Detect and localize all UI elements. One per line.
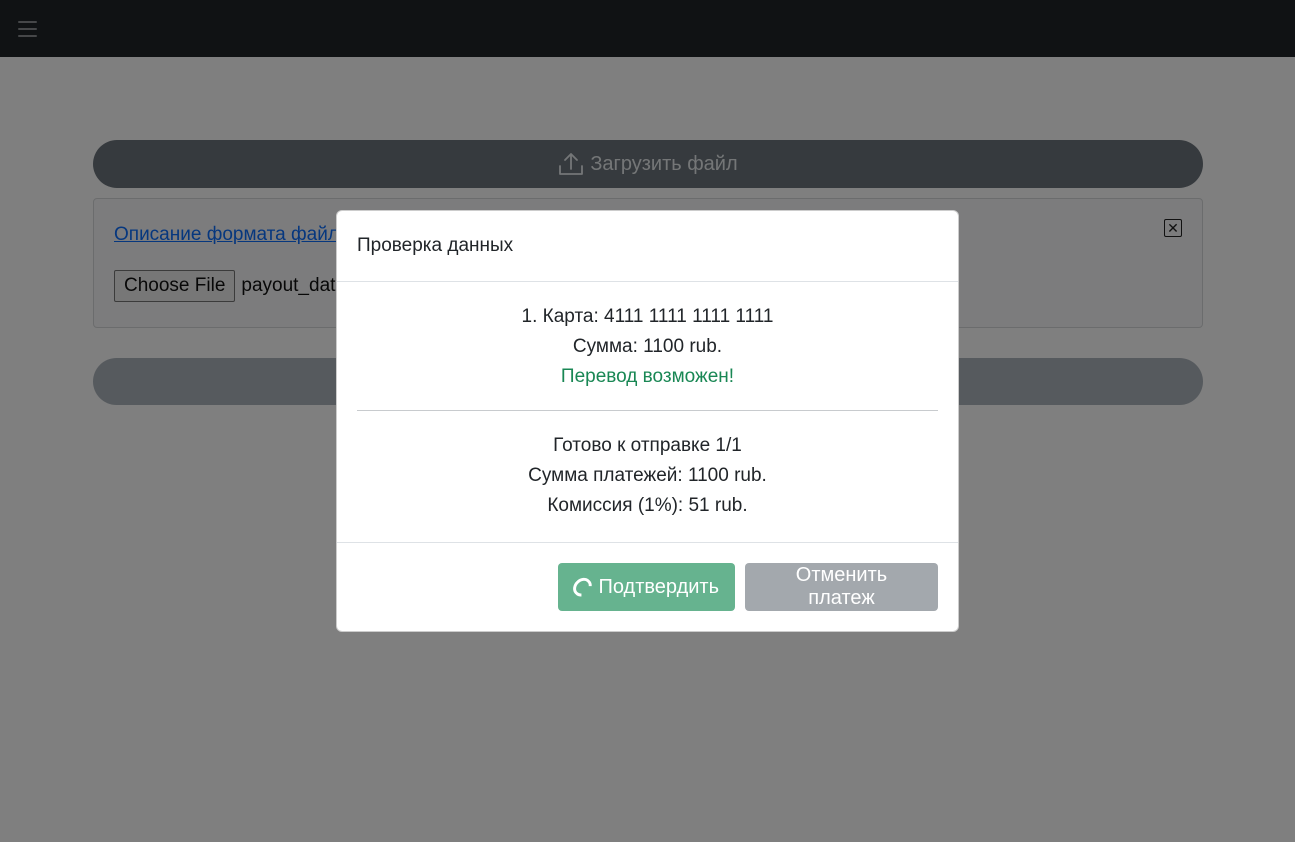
modal-title: Проверка данных bbox=[357, 235, 514, 256]
payment-summary: Готово к отправке 1/1 Сумма платежей: 11… bbox=[357, 431, 938, 521]
transfer-status: Перевод возможен! bbox=[560, 366, 735, 387]
commission: Комиссия (1%): 51 rub. bbox=[547, 495, 748, 516]
modal-footer: Подтвердить Отменить платеж bbox=[337, 542, 958, 631]
data-check-modal: Проверка данных 1. Карта: 4111 1111 1111… bbox=[336, 210, 959, 632]
payment-entry: 1. Карта: 4111 1111 1111 1111 Сумма: 110… bbox=[357, 302, 938, 392]
card-number: 1. Карта: 4111 1111 1111 1111 bbox=[521, 306, 774, 327]
total-amount: Сумма платежей: 1100 rub. bbox=[528, 465, 767, 486]
confirm-label: Подтвердить bbox=[598, 575, 720, 598]
ready-count: Готово к отправке 1/1 bbox=[553, 435, 742, 456]
divider bbox=[357, 410, 938, 411]
cancel-payment-button[interactable]: Отменить платеж bbox=[745, 563, 938, 611]
loading-spinner-icon bbox=[569, 574, 596, 600]
modal-header: Проверка данных bbox=[337, 211, 958, 282]
entry-amount: Сумма: 1100 rub. bbox=[572, 336, 723, 357]
confirm-button[interactable]: Подтвердить bbox=[558, 563, 735, 611]
modal-body: 1. Карта: 4111 1111 1111 1111 Сумма: 110… bbox=[337, 282, 958, 521]
